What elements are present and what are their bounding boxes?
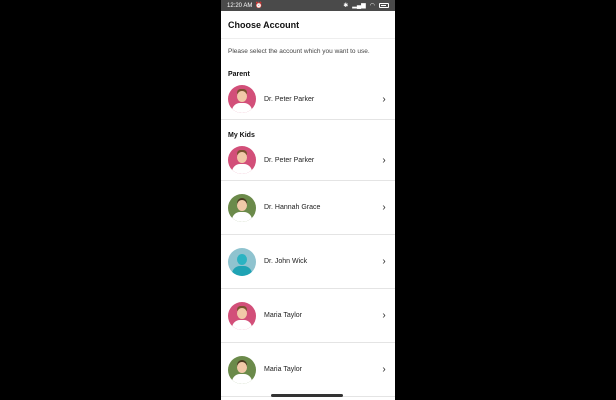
alarm-icon: ⏰ [255, 3, 263, 9]
chevron-right-icon: › [382, 310, 386, 321]
status-time: 12:20 AM [227, 2, 253, 9]
page-title: Choose Account [221, 11, 395, 39]
account-name: Dr. Hannah Grace [264, 204, 321, 211]
chevron-right-icon: › [382, 364, 386, 375]
chevron-right-icon: › [382, 154, 386, 166]
account-row[interactable]: Dr. Hannah Grace › [221, 181, 395, 235]
account-name: Dr. John Wick [264, 258, 308, 265]
account-row[interactable]: Maria Taylor › [221, 289, 395, 343]
chevron-right-icon: › [382, 202, 386, 213]
wifi-icon: ◠ [369, 3, 375, 9]
avatar [228, 247, 256, 276]
account-row[interactable]: Maria Taylor › [221, 343, 395, 397]
status-bar: 12:20 AM ⏰ ✱ ▂▄▆ ◠ [221, 0, 395, 11]
chevron-right-icon: › [382, 93, 386, 105]
account-name: Dr. Peter Parker [264, 95, 315, 103]
avatar [228, 85, 256, 113]
signal-icon: ▂▄▆ [352, 3, 366, 9]
phone-screen: 12:20 AM ⏰ ✱ ▂▄▆ ◠ Choose Account Please… [221, 0, 395, 400]
battery-icon [379, 3, 389, 8]
account-name: Maria Taylor [264, 312, 302, 319]
avatar [228, 301, 256, 330]
account-row[interactable]: Dr. Peter Parker › [221, 140, 395, 181]
avatar [228, 193, 256, 222]
section-title-parent: Parent [228, 71, 250, 78]
account-name: Maria Taylor [264, 366, 302, 373]
avatar [228, 146, 256, 174]
avatar [228, 355, 256, 384]
home-indicator[interactable] [271, 394, 343, 397]
account-row[interactable]: Dr. Peter Parker › [221, 79, 395, 120]
subtitle-text: Please select the account which you want… [228, 48, 370, 55]
account-name: Dr. Peter Parker [264, 156, 315, 164]
bluetooth-icon: ✱ [343, 3, 349, 9]
account-row[interactable]: Dr. John Wick › [221, 235, 395, 289]
chevron-right-icon: › [382, 256, 386, 267]
section-title-kids: My Kids [228, 132, 255, 139]
